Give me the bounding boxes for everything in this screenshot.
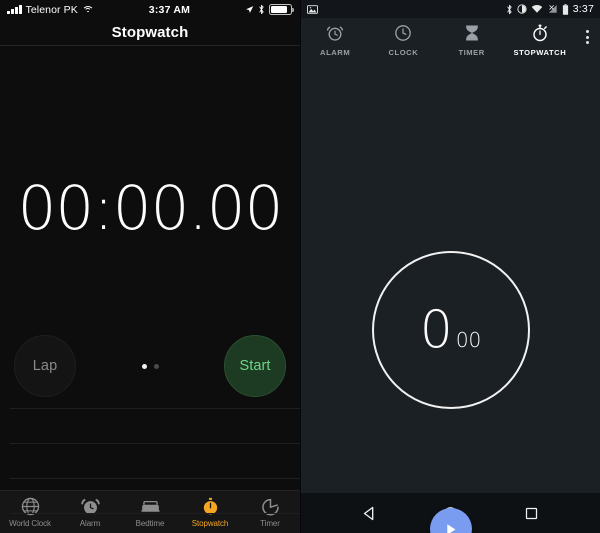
tab-timer[interactable]: TIMER: [438, 23, 506, 57]
clock-icon: [395, 25, 412, 41]
vibrate-icon: [517, 4, 527, 14]
recents-button[interactable]: [520, 501, 544, 525]
alarm-clock-icon: [327, 26, 344, 41]
battery-icon: [562, 3, 568, 15]
sidebar-item-bedtime[interactable]: Bedtime: [120, 496, 180, 528]
ios-stopwatch-controls: Lap Start: [0, 335, 300, 397]
tab-clock[interactable]: CLOCK: [369, 23, 437, 57]
ios-nav-title: Stopwatch: [0, 19, 300, 46]
location-arrow-icon: [246, 6, 254, 13]
signal-no-sim-icon: [548, 5, 557, 13]
ios-stopwatch-screen: Telenor PK 3:37 AM Stopwatch 00:00.00 La…: [0, 0, 300, 533]
tab-label: STOPWATCH: [513, 48, 567, 57]
stopwatch-time-display: 00:00.00: [17, 173, 284, 244]
tab-stopwatch[interactable]: STOPWATCH: [506, 23, 574, 57]
ios-status-time: 3:37 AM: [148, 3, 191, 16]
wifi-icon: [531, 5, 542, 13]
start-button-label: Start: [239, 358, 271, 374]
stopwatch-ring: 0 00: [371, 251, 530, 409]
tab-label: ALARM: [320, 48, 351, 57]
page-dot-active: [141, 363, 147, 369]
bluetooth-icon: [507, 4, 512, 14]
tab-label: CLOCK: [388, 48, 419, 57]
ios-stopwatch-body: 00:00.00 Lap Start: [0, 46, 300, 514]
wifi-icon: [81, 5, 94, 15]
tab-label: World Clock: [9, 519, 51, 528]
android-tab-bar: ALARM CLOCK TIMER STOPWATCH: [301, 18, 600, 68]
back-icon: [363, 506, 374, 520]
sidebar-item-world-clock[interactable]: World Clock: [0, 496, 60, 528]
tab-alarm[interactable]: ALARM: [301, 23, 369, 57]
start-button[interactable]: Start: [224, 335, 286, 397]
play-icon: [447, 523, 456, 533]
more-options-icon[interactable]: [574, 23, 600, 57]
lap-separator: [10, 408, 300, 409]
lap-button[interactable]: Lap: [14, 335, 76, 397]
back-button[interactable]: [358, 501, 382, 525]
bluetooth-icon: [259, 4, 264, 15]
android-status-time: 3:37: [572, 3, 594, 15]
tab-label: Alarm: [79, 519, 101, 528]
stopwatch-time-display: 0 00: [420, 304, 482, 356]
stopwatch-icon: [533, 24, 547, 42]
android-stopwatch-body: 0 00: [301, 68, 600, 533]
tab-label: Bedtime: [135, 519, 165, 528]
tab-label: TIMER: [458, 48, 485, 57]
page-dot-inactive: [153, 363, 159, 369]
lap-separator: [10, 478, 300, 479]
ios-status-bar: Telenor PK 3:37 AM: [0, 0, 300, 19]
lap-separator: [10, 513, 300, 514]
signal-bars-icon: [7, 5, 22, 14]
battery-icon: [269, 4, 292, 15]
lap-separator: [10, 443, 300, 444]
android-status-bar: 3:37: [301, 0, 600, 18]
tab-label: Timer: [260, 519, 280, 528]
hourglass-icon: [465, 25, 478, 41]
dual-phone-comparison: Telenor PK 3:37 AM Stopwatch 00:00.00 La…: [0, 0, 600, 533]
sidebar-item-stopwatch[interactable]: Stopwatch: [180, 496, 240, 528]
recents-icon: [525, 507, 538, 519]
lap-list[interactable]: [0, 406, 300, 514]
sidebar-item-alarm[interactable]: Alarm: [60, 496, 120, 528]
android-stopwatch-screen: 3:37 ALARM CLOCK TIMER STOPWATCH 0 00: [300, 0, 600, 533]
ios-tab-bar: World Clock Alarm Bedtime Stopwatch Time…: [0, 490, 300, 533]
lap-button-label: Lap: [32, 358, 58, 374]
tab-label: Stopwatch: [191, 519, 229, 528]
photo-icon: [307, 4, 318, 14]
stopwatch-seconds: 0: [419, 300, 453, 360]
carrier-label: Telenor PK: [25, 3, 78, 16]
page-indicator[interactable]: [141, 363, 159, 369]
stopwatch-hundredths: 00: [455, 328, 482, 352]
sidebar-item-timer[interactable]: Timer: [240, 496, 300, 528]
